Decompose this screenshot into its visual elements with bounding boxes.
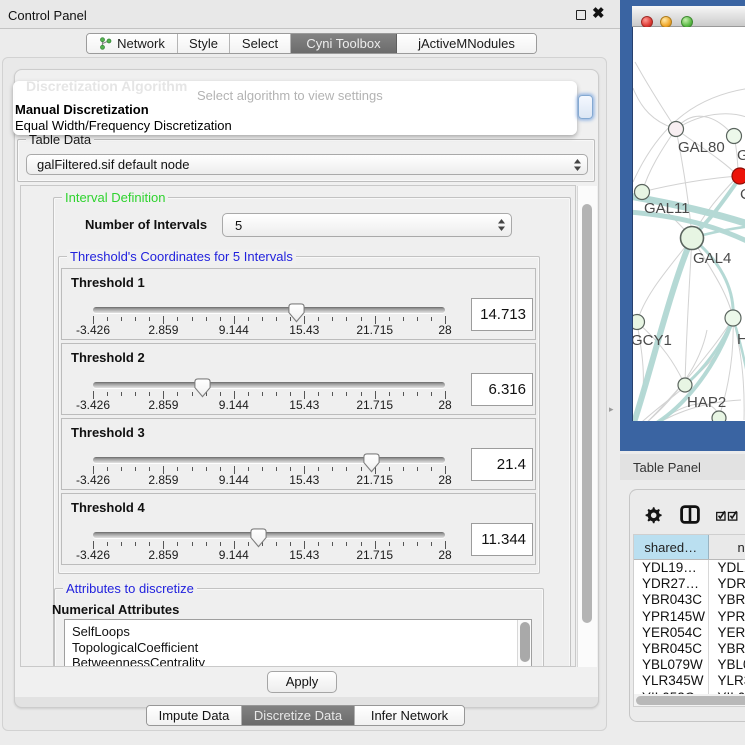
svg-text:GAL4: GAL4 [693, 250, 731, 267]
svg-text:CY: CY [740, 186, 745, 203]
svg-text:HAP2: HAP2 [687, 394, 726, 411]
svg-text:GAL80: GAL80 [678, 139, 725, 156]
svg-text:GAL11: GAL11 [644, 200, 690, 217]
svg-text:HA: HA [737, 331, 745, 348]
svg-text:GA: GA [737, 147, 745, 164]
svg-text:GCY1: GCY1 [633, 332, 672, 349]
